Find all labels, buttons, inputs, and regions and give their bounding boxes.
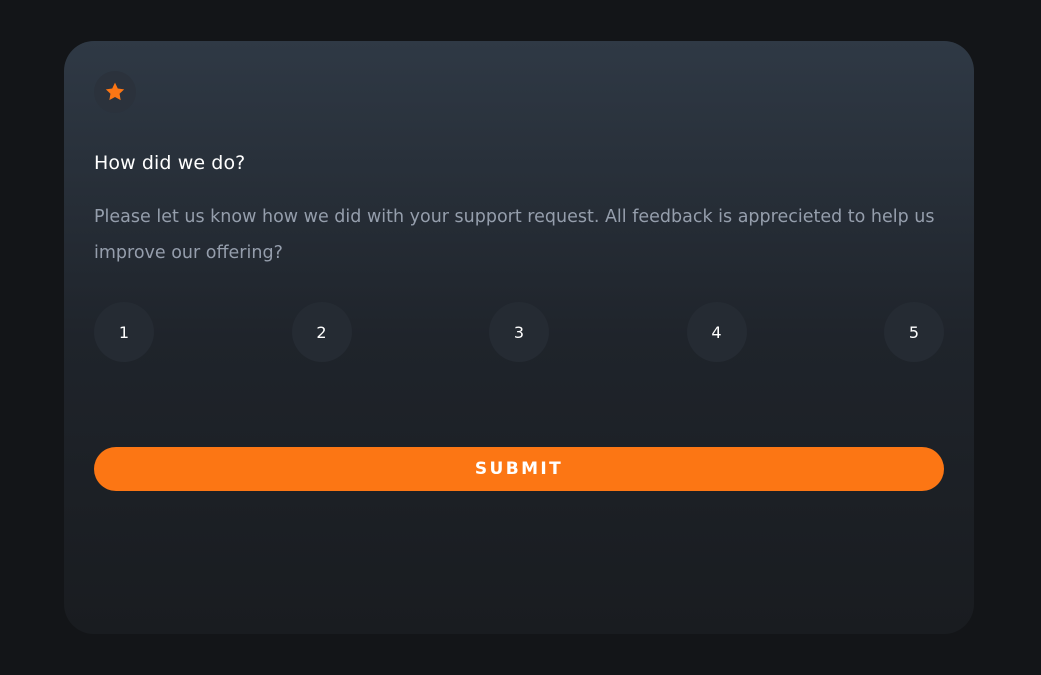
rating-button-3[interactable]: 3 <box>489 302 549 362</box>
rating-options: 1 2 3 4 5 <box>94 302 944 362</box>
rating-card: How did we do? Please let us know how we… <box>64 41 974 634</box>
rating-button-5[interactable]: 5 <box>884 302 944 362</box>
rating-button-4[interactable]: 4 <box>686 302 747 362</box>
rating-button-1[interactable]: 1 <box>94 302 154 362</box>
submit-button[interactable]: SUBMIT <box>94 447 944 491</box>
card-description: Please let us know how we did with your … <box>94 207 935 263</box>
star-icon <box>105 82 125 101</box>
star-icon-badge <box>94 71 136 113</box>
rating-button-2[interactable]: 2 <box>291 302 352 362</box>
card-title: How did we do? <box>94 152 246 174</box>
